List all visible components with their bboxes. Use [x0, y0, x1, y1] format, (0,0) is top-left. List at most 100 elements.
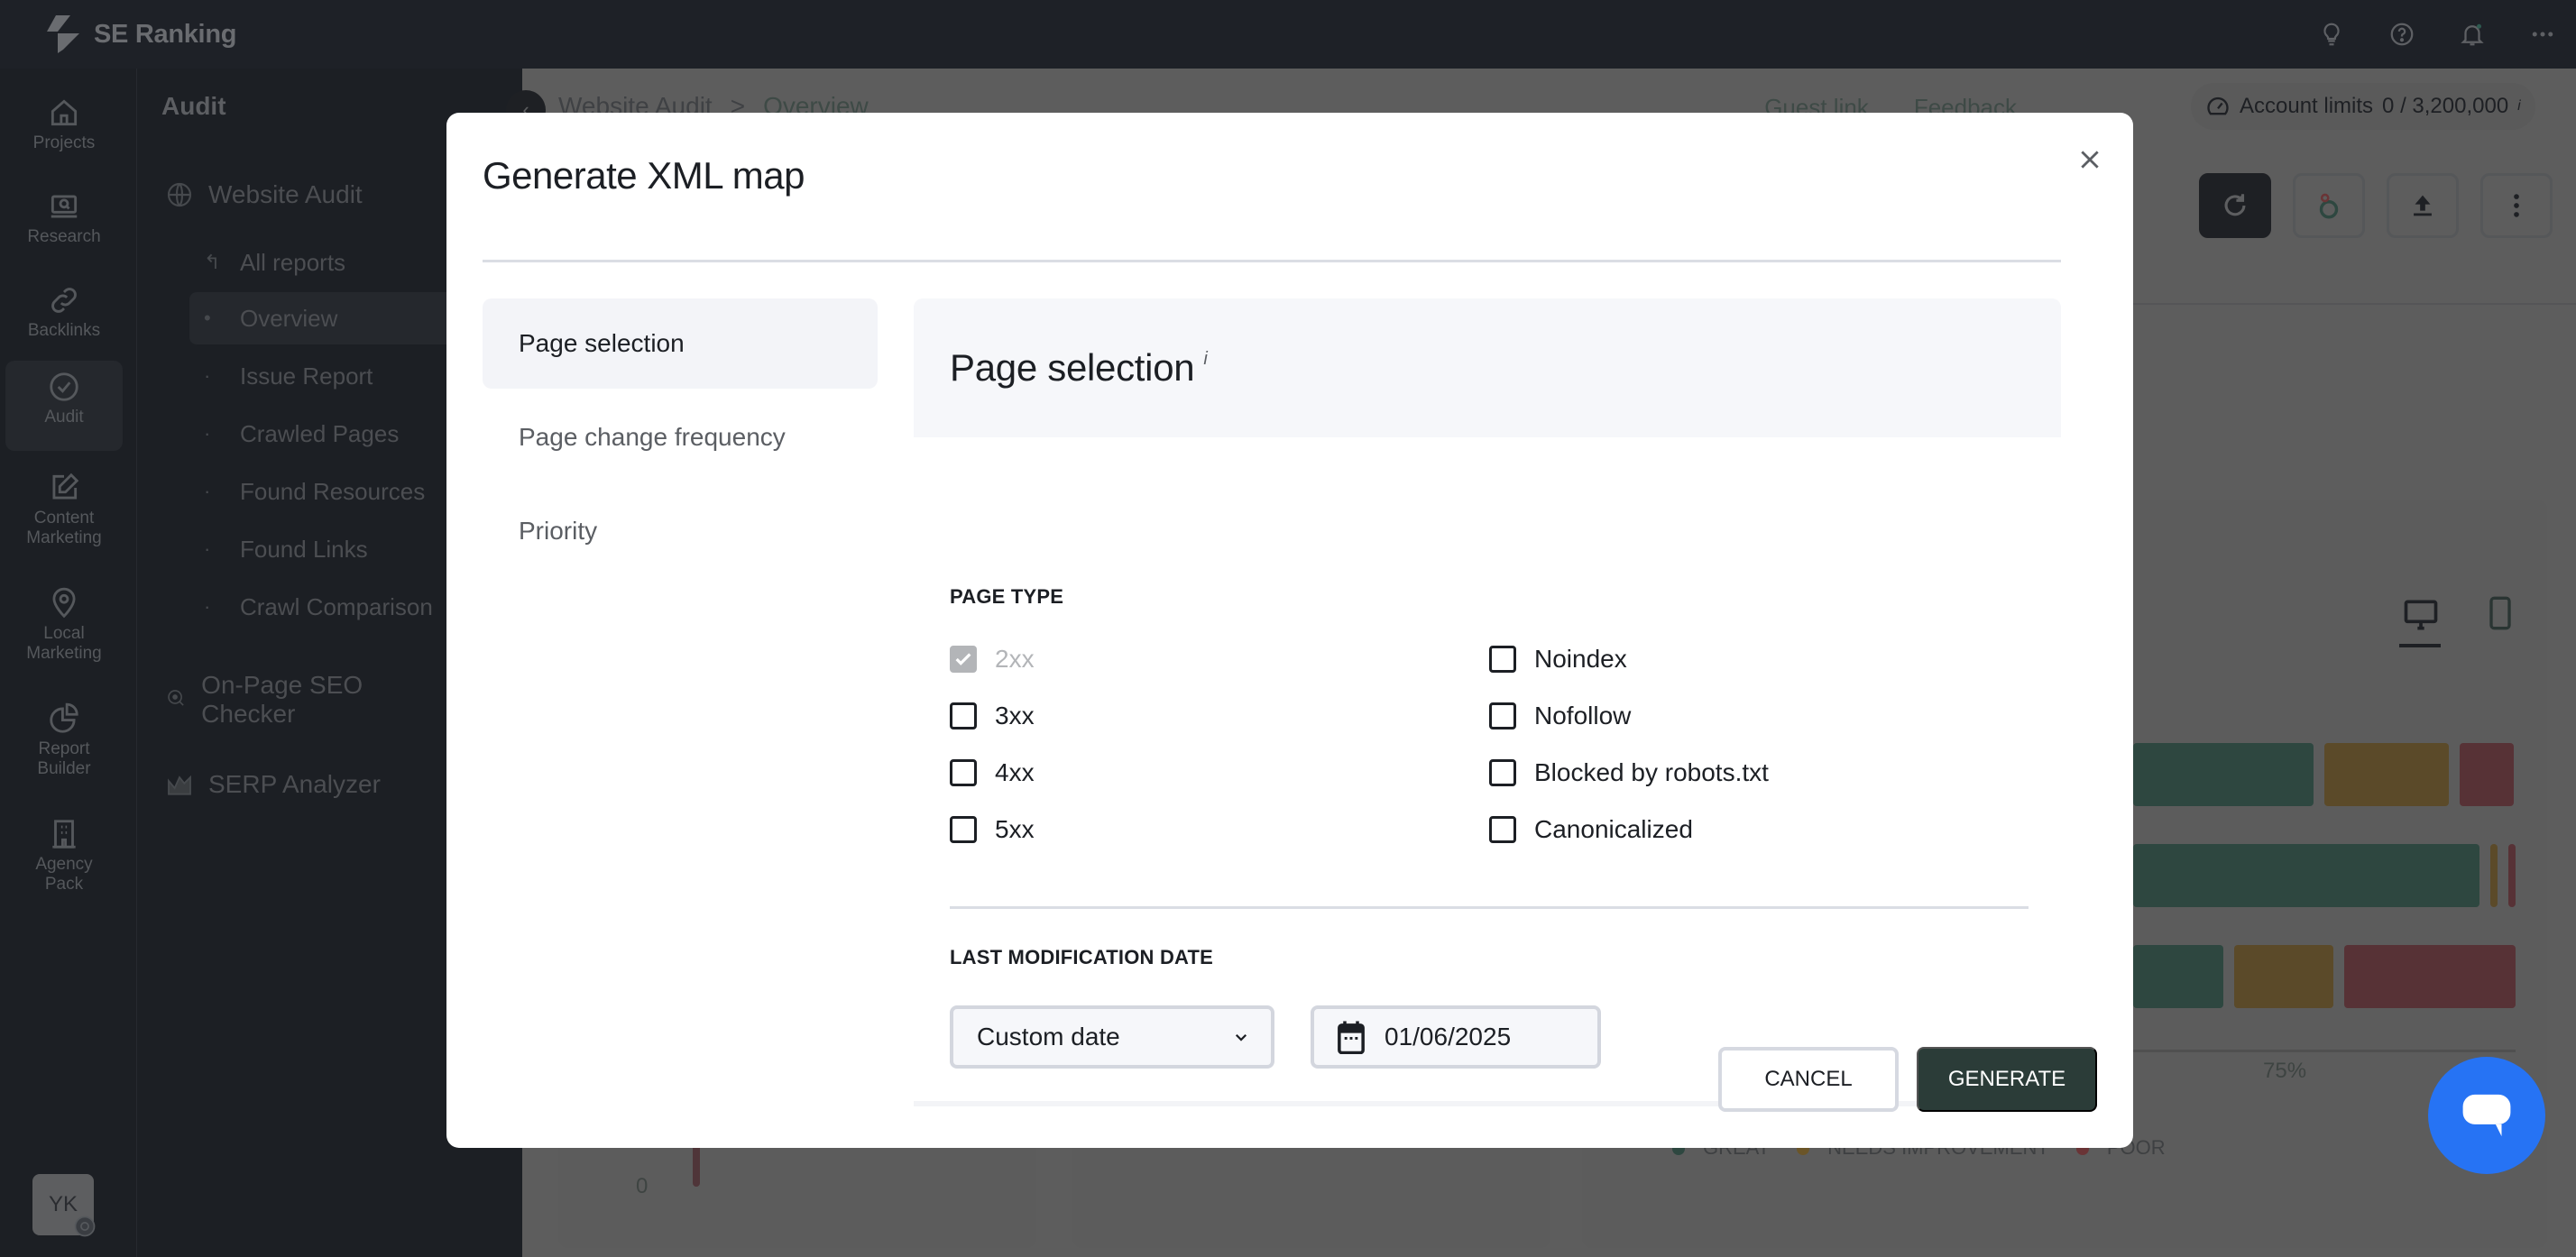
checkbox-noindex[interactable]: Noindex [1489, 645, 1627, 674]
bar-row2-great [2133, 844, 2479, 907]
nav-item-label: Found Links [240, 535, 368, 563]
bullet-icon: • [204, 307, 211, 329]
rail-item-audit[interactable]: Audit [5, 361, 123, 451]
checkbox-label: 5xx [995, 815, 1035, 843]
generate-button[interactable]: GENERATE [1917, 1047, 2097, 1112]
bar-row3-needs-improvement [2234, 945, 2333, 1008]
more-options-button[interactable] [2480, 173, 2553, 238]
section-title: Audit [161, 92, 226, 120]
date-input[interactable]: 01/06/2025 [1311, 1005, 1601, 1069]
top-bar: SE Ranking [0, 0, 2576, 69]
rail-item-agency-pack[interactable]: Agency Pack [5, 817, 123, 895]
dialog-title: Generate XML map [483, 154, 805, 197]
location-pin-icon [52, 587, 76, 619]
nav-item-label: Crawled Pages [240, 419, 400, 447]
date-mode-select[interactable]: Custom date [950, 1005, 1274, 1069]
nav-group-website-audit[interactable]: Website Audit [165, 180, 363, 209]
nav-group-on-page-seo-checker[interactable]: On-Page SEO Checker [165, 671, 400, 729]
checkbox-box[interactable] [1489, 816, 1516, 843]
checkmark-icon [955, 653, 971, 665]
gear-icon[interactable] [72, 1214, 97, 1239]
export-button[interactable] [2387, 173, 2459, 238]
rail-item-research[interactable]: Research [5, 189, 123, 247]
checkbox-5xx[interactable]: 5xx [950, 815, 1035, 844]
nav-item-label: Issue Report [240, 362, 373, 390]
help-icon[interactable] [2387, 19, 2417, 50]
home-icon [51, 99, 78, 126]
mobile-icon[interactable] [2485, 595, 2516, 631]
checkbox-2xx[interactable]: 2xx [950, 645, 1035, 674]
edit-icon [52, 473, 79, 500]
checkbox-label: 4xx [995, 758, 1035, 786]
bar-row3-poor [2344, 945, 2516, 1008]
checkbox-blocked-by-robots[interactable]: Blocked by robots.txt [1489, 758, 1769, 787]
desktop-active-underline [2399, 644, 2441, 647]
brand-logo[interactable]: SE Ranking [45, 14, 236, 55]
globe-icon [167, 182, 192, 207]
checkbox-canonicalized[interactable]: Canonicalized [1489, 815, 1693, 844]
bar-row3-great [2133, 945, 2223, 1008]
rail-item-report-builder[interactable]: Report Builder [5, 702, 123, 779]
checkbox-3xx[interactable]: 3xx [950, 702, 1035, 730]
date-value: 01/06/2025 [1385, 1023, 1512, 1051]
nav-group-label: Website Audit [208, 180, 363, 208]
info-icon[interactable]: i [1203, 349, 1207, 370]
nav-item-label: All reports [240, 248, 346, 276]
checkbox-box[interactable] [950, 646, 977, 673]
checkbox-box[interactable] [1489, 646, 1516, 673]
refresh-button[interactable] [2199, 173, 2271, 238]
axis-label-zero: 0 [636, 1174, 649, 1198]
section-divider [950, 906, 2029, 909]
checkbox-box[interactable] [950, 816, 977, 843]
pie-chart-icon [50, 702, 78, 733]
account-limits-badge[interactable]: Account limits 0 / 3,200,000 i [2191, 83, 2535, 130]
bar-row1-great [2133, 743, 2314, 806]
rail-item-projects[interactable]: Projects [5, 96, 123, 153]
checkbox-box[interactable] [950, 702, 977, 729]
checkbox-box[interactable] [950, 759, 977, 786]
generate-xml-map-dialog: Generate XML map Page selection Page cha… [446, 113, 2133, 1148]
bell-icon[interactable] [2457, 19, 2488, 50]
panel-title: Page selection [950, 346, 1195, 389]
rail-item-local-marketing[interactable]: Local Marketing [5, 586, 123, 664]
checkbox-box[interactable] [1489, 759, 1516, 786]
tab-page-selection[interactable]: Page selection [483, 298, 878, 389]
rail-item-label: Agency Pack [35, 855, 93, 894]
page-type-label: PAGE TYPE [950, 585, 1064, 608]
bullet-icon: · [204, 364, 211, 387]
last-modification-date-label: LAST MODIFICATION DATE [950, 946, 1214, 968]
checkbox-label: Nofollow [1534, 702, 1632, 729]
rail-item-backlinks[interactable]: Backlinks [5, 283, 123, 341]
se-ranking-logo-icon [47, 15, 79, 53]
checkbox-label: Noindex [1534, 645, 1627, 673]
chat-widget-button[interactable] [2428, 1057, 2545, 1174]
looker-studio-button[interactable] [2293, 173, 2365, 238]
rail-item-content-marketing[interactable]: Content Marketing [5, 471, 123, 548]
research-icon [51, 195, 78, 218]
checkbox-nofollow[interactable]: Nofollow [1489, 702, 1631, 730]
tab-page-change-frequency[interactable]: Page change frequency [483, 392, 878, 482]
rail-item-label: Report Builder [37, 739, 91, 778]
calendar-icon [1338, 1021, 1365, 1054]
lightbulb-icon[interactable] [2316, 19, 2347, 50]
desktop-icon[interactable] [2401, 595, 2441, 635]
account-limits-value: 0 / 3,200,000 [2382, 94, 2509, 118]
seo-checker-icon [168, 690, 184, 706]
brand-name: SE Ranking [94, 19, 237, 49]
rail-item-label: Backlinks [27, 321, 101, 340]
cancel-button[interactable]: CANCEL [1718, 1047, 1899, 1112]
panel-header: Page selection i [914, 298, 2061, 437]
checkbox-4xx[interactable]: 4xx [950, 758, 1035, 787]
info-icon[interactable]: i [2517, 98, 2521, 115]
bar-row1-needs-improvement [2324, 743, 2449, 806]
tab-priority[interactable]: Priority [483, 486, 878, 576]
checkbox-label: Canonicalized [1534, 815, 1693, 843]
nav-group-serp-analyzer[interactable]: SERP Analyzer [165, 770, 381, 799]
checkbox-box[interactable] [1489, 702, 1516, 729]
looker-icon [2319, 193, 2339, 219]
close-button[interactable] [2070, 140, 2110, 179]
nav-item-label: Found Resources [240, 477, 426, 505]
bullet-icon: · [204, 480, 211, 502]
more-icon[interactable] [2527, 19, 2558, 50]
bar-row2-needs-improvement [2490, 844, 2498, 907]
